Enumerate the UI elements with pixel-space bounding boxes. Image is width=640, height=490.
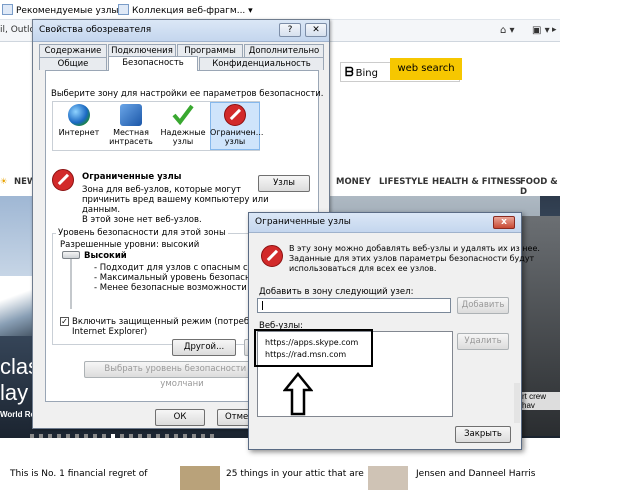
zone-description: причинить вред вашему компьютеру или: [82, 195, 269, 205]
address-fragment: il, Outlo: [0, 25, 36, 35]
restricted-icon: [224, 104, 246, 126]
protected-mode-label: Internet Explorer): [72, 327, 148, 337]
web-search-button[interactable]: web search: [390, 58, 462, 80]
news-link[interactable]: This is No. 1 financial regret of: [10, 469, 147, 479]
zone-prompt: Выберите зону для настройки ее параметро…: [51, 89, 324, 99]
news-thumbnail[interactable]: [180, 466, 220, 490]
zone-label: интрасеть: [109, 137, 153, 146]
ok-button[interactable]: ОК: [155, 409, 205, 426]
protected-mode-checkbox[interactable]: ✓: [60, 317, 69, 326]
custom-level-button[interactable]: Другой...: [172, 339, 236, 356]
tab-content[interactable]: Содержание: [39, 44, 107, 57]
dialog-title: Свойства обозревателя: [39, 25, 152, 35]
close-icon[interactable]: ✕: [305, 23, 327, 37]
hero-caption: rt crew hav: [522, 392, 560, 410]
info-text: В эту зону можно добавлять веб-узлы и уд…: [289, 244, 540, 253]
favorite-item[interactable]: Коллекция веб-фрагм... ▾: [118, 4, 253, 16]
checkmark-icon[interactable]: [172, 103, 194, 125]
news-row: This is No. 1 financial regret of 25 thi…: [0, 462, 560, 490]
zone-label: узлы: [224, 137, 246, 146]
close-icon[interactable]: x: [493, 216, 515, 229]
add-site-label: Добавить в зону следующий узел:: [259, 287, 414, 297]
dialog-title: Ограниченные узлы: [255, 217, 351, 227]
news-link[interactable]: 25 things in your attic that are: [226, 469, 364, 479]
zone-label: Надежные: [160, 128, 206, 137]
level-bullet: - Максимальный уровень безопасности: [94, 273, 271, 283]
text-caret: [262, 301, 263, 310]
nav-item[interactable]: MONEY: [336, 177, 371, 187]
zone-label: Местная: [113, 128, 149, 137]
bing-icon: ᗷ: [345, 65, 354, 79]
zone-label: Ограничен...: [210, 128, 264, 137]
restricted-icon: [52, 169, 74, 191]
zone-label: Интернет: [58, 128, 100, 137]
news-thumbnail[interactable]: [368, 466, 408, 490]
level-slider-thumb[interactable]: [62, 251, 80, 259]
dialog-titlebar[interactable]: Свойства обозревателя ? ✕: [33, 20, 329, 42]
carousel-dots[interactable]: [30, 431, 250, 438]
zone-description: В этой зоне нет веб-узлов.: [82, 215, 202, 225]
add-site-input[interactable]: [257, 298, 451, 313]
allowed-levels: Разрешенные уровни: высокий: [60, 240, 200, 250]
zone-description: Зона для веб-узлов, которые могут: [82, 185, 241, 195]
news-link[interactable]: Jensen and Danneel Harris: [416, 469, 535, 479]
level-slider-track[interactable]: [70, 251, 72, 309]
zone-label: узлы: [172, 137, 194, 146]
nav-item[interactable]: LIFESTYLE: [379, 177, 429, 187]
zone-title: Ограниченные узлы: [82, 172, 182, 182]
info-text: Заданные для этих узлов параметры безопа…: [289, 254, 535, 263]
favorites-bar: Рекомендуемые узлы ▾ Коллекция веб-фрагм…: [0, 0, 560, 20]
remove-button[interactable]: Удалить: [457, 333, 509, 350]
tab-security[interactable]: Безопасность: [108, 56, 198, 71]
tab-advanced[interactable]: Дополнительно: [244, 44, 324, 57]
restricted-icon: [261, 245, 283, 267]
level-name: Высокий: [84, 251, 127, 261]
web-slice-icon: [118, 4, 129, 15]
info-text: использоваться для всех ее узлов.: [289, 264, 437, 273]
globe-icon[interactable]: [68, 104, 90, 126]
dialog-titlebar[interactable]: Ограниченные узлы x: [249, 213, 521, 233]
highlight-box: [254, 329, 373, 367]
group-label: Уровень безопасности для этой зоны: [56, 228, 228, 238]
sites-button[interactable]: Узлы: [258, 175, 310, 192]
zone-description: данным.: [82, 205, 121, 215]
scrollbar[interactable]: [514, 383, 520, 423]
favorite-item[interactable]: Рекомендуемые узлы ▾: [2, 4, 126, 16]
up-arrow-icon: [283, 372, 313, 416]
nav-item[interactable]: HEALTH & FITNESS: [432, 177, 521, 187]
tab-general[interactable]: Общие: [39, 57, 107, 70]
chevron-icon[interactable]: ▸: [552, 25, 557, 35]
close-dialog-button[interactable]: Закрыть: [455, 426, 511, 443]
add-button[interactable]: Добавить: [457, 297, 509, 314]
intranet-icon[interactable]: [120, 104, 142, 126]
nav-item[interactable]: FOOD & D: [520, 177, 560, 197]
web-slice-icon: [2, 4, 13, 15]
hero-caption: World Re: [0, 410, 35, 419]
tab-privacy[interactable]: Конфиденциальность: [199, 57, 324, 70]
sun-icon: ☀: [0, 177, 8, 187]
home-icon[interactable]: ⌂ ▾: [500, 25, 515, 36]
feeds-icon[interactable]: ▣ ▾: [532, 25, 550, 36]
help-button[interactable]: ?: [279, 23, 301, 37]
